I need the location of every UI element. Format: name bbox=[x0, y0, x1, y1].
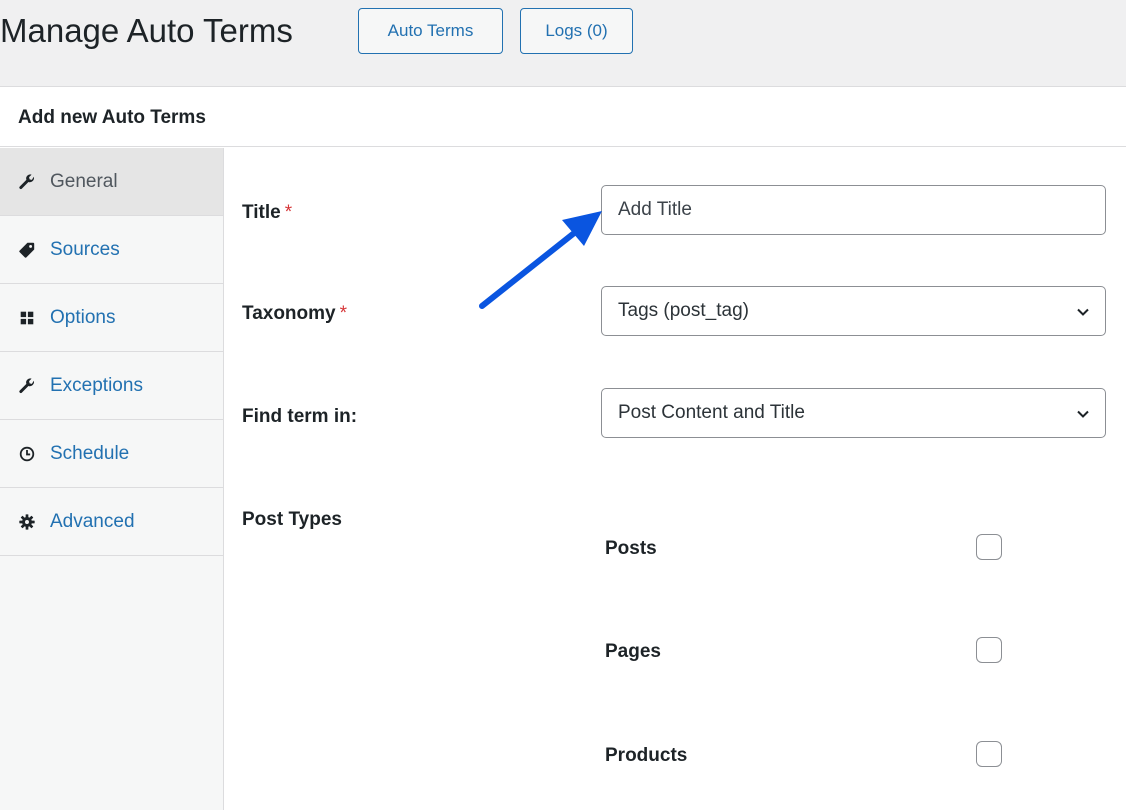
auto-terms-panel: Add new Auto Terms General Sources Optio… bbox=[0, 87, 1126, 810]
taxonomy-selected-value: Tags (post_tag) bbox=[618, 300, 749, 321]
page-header: Manage Auto Terms Auto Terms Logs (0) bbox=[0, 0, 1126, 87]
tab-sources[interactable]: Sources bbox=[0, 216, 223, 284]
annotation-arrow bbox=[479, 211, 602, 309]
title-field[interactable] bbox=[601, 185, 1106, 235]
tag-icon bbox=[18, 241, 36, 259]
post-type-products-label: Products bbox=[605, 745, 688, 766]
tab-general[interactable]: General bbox=[0, 148, 223, 216]
tab-advanced-label: Advanced bbox=[50, 510, 135, 532]
tab-options[interactable]: Options bbox=[0, 284, 223, 352]
page-title: Manage Auto Terms bbox=[0, 12, 293, 49]
tab-sources-label: Sources bbox=[50, 238, 120, 260]
find-term-select[interactable]: Post Content and Title bbox=[601, 388, 1106, 438]
chevron-down-icon bbox=[1077, 410, 1089, 418]
tab-schedule-label: Schedule bbox=[50, 442, 130, 464]
tab-options-label: Options bbox=[50, 306, 116, 328]
post-type-products-checkbox[interactable] bbox=[976, 741, 1002, 767]
post-type-posts-label: Posts bbox=[605, 538, 657, 559]
post-type-pages-label: Pages bbox=[605, 641, 661, 662]
post-type-posts-checkbox[interactable] bbox=[976, 534, 1002, 560]
tab-exceptions-label: Exceptions bbox=[50, 374, 143, 396]
tab-advanced[interactable]: Advanced bbox=[0, 488, 223, 556]
clock-icon bbox=[18, 445, 36, 463]
wrench-icon bbox=[18, 173, 36, 191]
tab-schedule[interactable]: Schedule bbox=[0, 420, 223, 488]
panel-header: Add new Auto Terms bbox=[0, 87, 1126, 147]
find-term-label: Find term in: bbox=[242, 406, 358, 427]
logs-button[interactable]: Logs (0) bbox=[520, 8, 633, 54]
tab-exceptions[interactable]: Exceptions bbox=[0, 352, 223, 420]
grid-icon bbox=[18, 309, 36, 327]
taxonomy-label-text: Taxonomy bbox=[242, 303, 336, 324]
find-term-selected-value: Post Content and Title bbox=[618, 402, 805, 423]
panel-title: Add new Auto Terms bbox=[18, 107, 206, 128]
title-input[interactable] bbox=[618, 199, 1078, 221]
post-types-label: Post Types bbox=[242, 509, 342, 530]
gear-icon bbox=[18, 513, 36, 531]
taxonomy-select[interactable]: Tags (post_tag) bbox=[601, 286, 1106, 336]
general-settings-form: Title* Taxonomy* Tags (post_tag) Find te… bbox=[224, 148, 1126, 810]
auto-terms-button[interactable]: Auto Terms bbox=[358, 8, 503, 54]
settings-sidebar: General Sources Options Exceptions Sched… bbox=[0, 148, 224, 810]
title-label: Title * bbox=[242, 202, 292, 224]
taxonomy-label: Taxonomy * bbox=[242, 303, 347, 325]
tab-general-label: General bbox=[50, 170, 118, 192]
wrench-icon bbox=[18, 377, 36, 395]
post-type-pages-checkbox[interactable] bbox=[976, 637, 1002, 663]
chevron-down-icon bbox=[1077, 308, 1089, 316]
required-mark: * bbox=[284, 202, 293, 223]
title-label-text: Title bbox=[242, 202, 281, 223]
required-mark: * bbox=[339, 303, 348, 324]
